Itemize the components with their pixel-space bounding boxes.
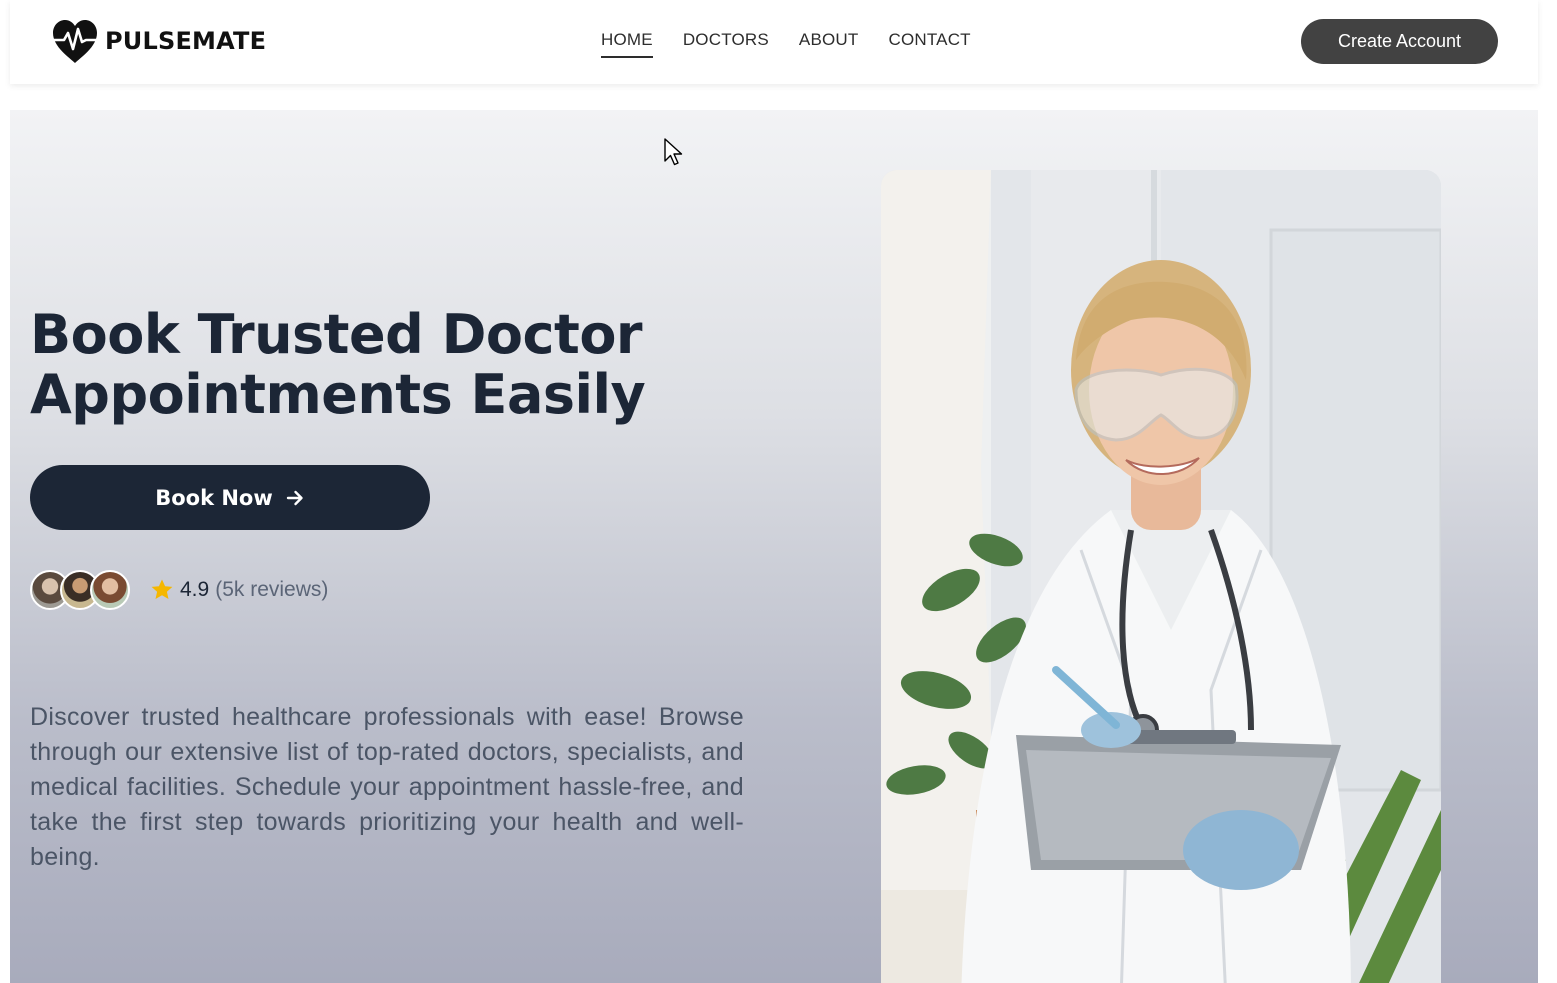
create-account-button[interactable]: Create Account bbox=[1301, 19, 1498, 64]
nav-home[interactable]: HOME bbox=[601, 30, 653, 58]
cursor-icon bbox=[664, 138, 683, 166]
nav-about[interactable]: ABOUT bbox=[799, 30, 859, 58]
navbar: PULSEMATE HOME DOCTORS ABOUT CONTACT Cre… bbox=[10, 0, 1538, 84]
hero-section: Book Trusted Doctor Appointments Easily … bbox=[10, 110, 1538, 983]
rating-row: 4.9 (5k reviews) bbox=[30, 570, 328, 610]
reviewer-avatars bbox=[30, 570, 130, 610]
avatar bbox=[90, 570, 130, 610]
nav-doctors[interactable]: DOCTORS bbox=[683, 30, 769, 58]
heart-pulse-icon bbox=[52, 20, 98, 63]
headline-line-2: Appointments Easily bbox=[30, 363, 646, 426]
hero-headline: Book Trusted Doctor Appointments Easily bbox=[30, 305, 790, 425]
doctor-photo bbox=[881, 170, 1441, 983]
rating-value: 4.9 bbox=[180, 578, 210, 601]
rating-count: (5k reviews) bbox=[215, 578, 329, 601]
brand-name: PULSEMATE bbox=[105, 27, 267, 55]
book-now-button[interactable]: Book Now bbox=[30, 465, 430, 530]
star-icon bbox=[151, 579, 173, 599]
arrow-right-icon bbox=[286, 490, 303, 505]
brand-logo[interactable]: PULSEMATE bbox=[50, 18, 266, 64]
nav-contact[interactable]: CONTACT bbox=[888, 30, 970, 58]
hero-description: Discover trusted healthcare professional… bbox=[30, 703, 744, 871]
headline-line-1: Book Trusted Doctor bbox=[30, 303, 643, 366]
main-nav: HOME DOCTORS ABOUT CONTACT bbox=[601, 30, 1001, 58]
book-now-label: Book Now bbox=[155, 485, 273, 510]
